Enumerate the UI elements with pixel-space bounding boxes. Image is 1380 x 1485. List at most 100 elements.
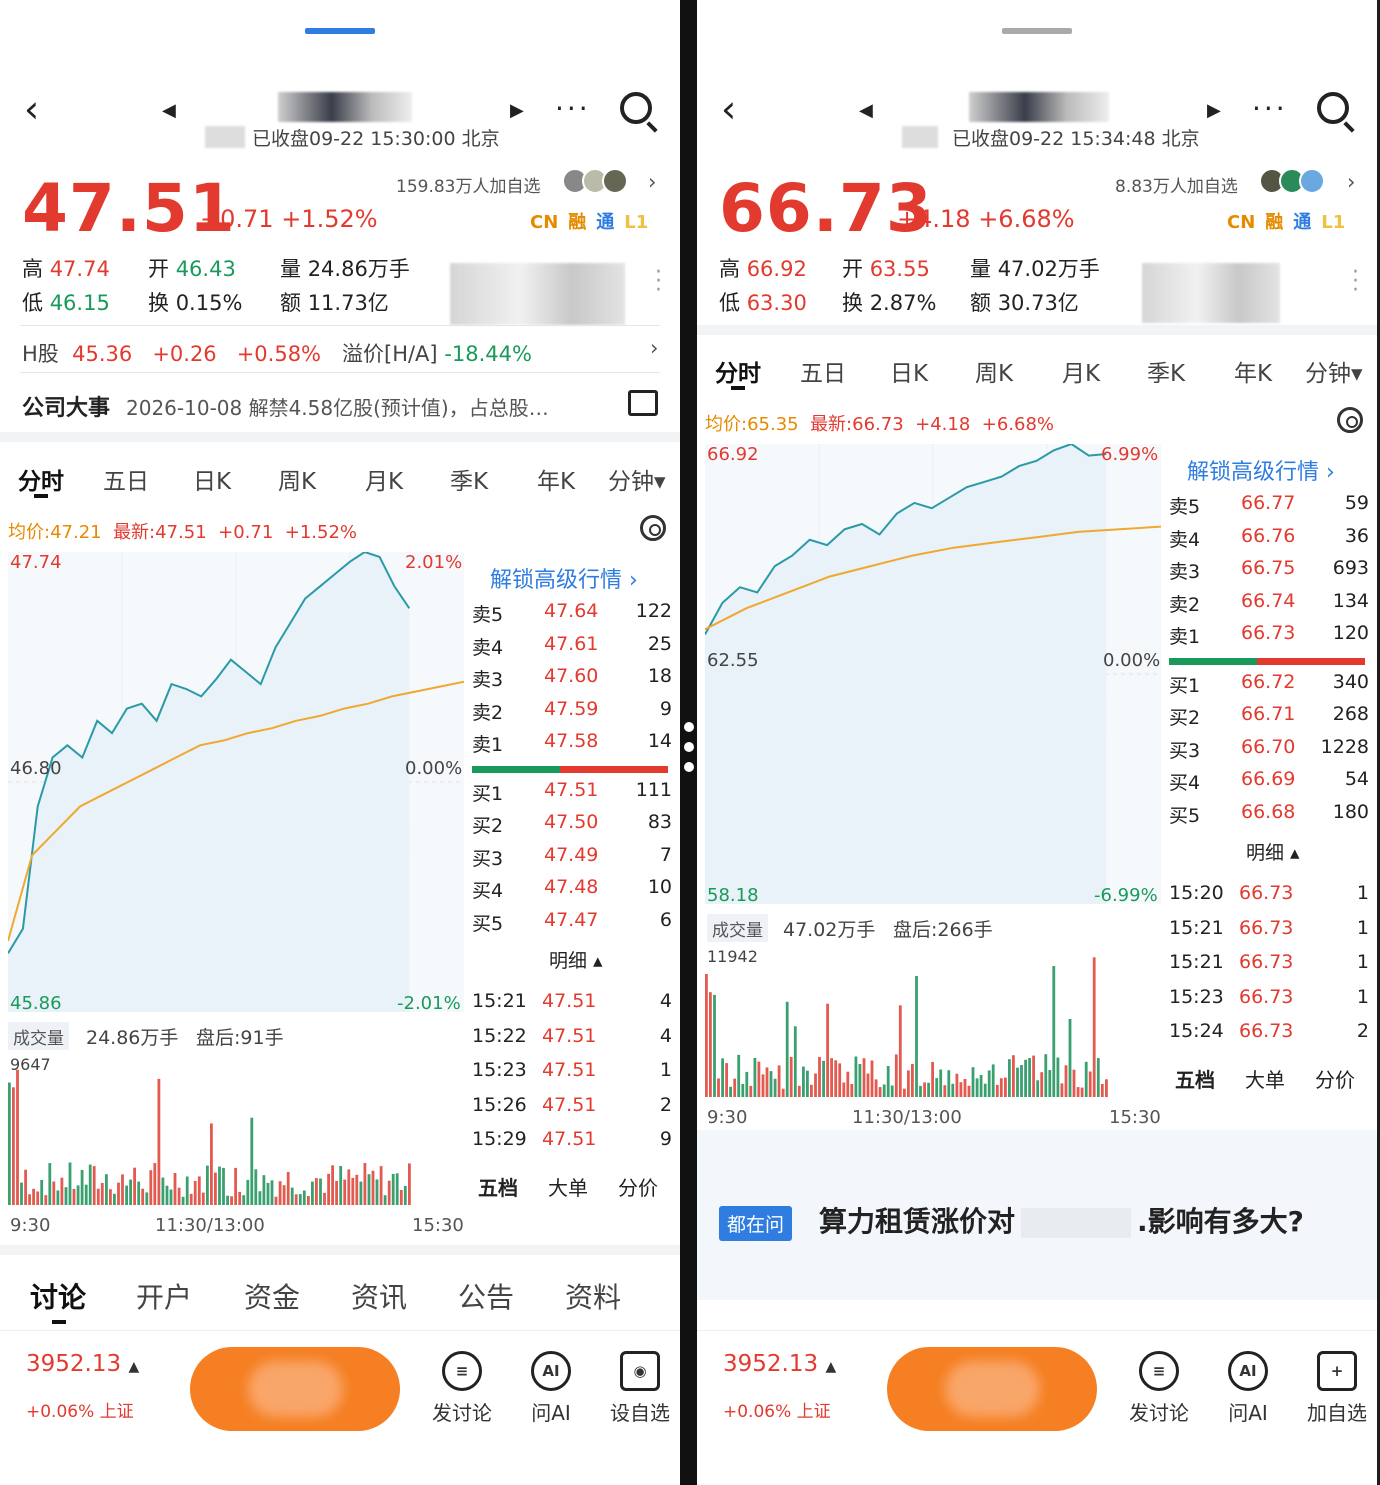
volume-bar: [339, 1166, 343, 1205]
redacted-stock-name: [969, 92, 1109, 122]
bid-row: 买5 47.47 6: [472, 909, 672, 939]
time-start: 9:30: [707, 1107, 748, 1128]
back-icon[interactable]: ‹: [721, 90, 736, 128]
chevron-right-icon[interactable]: ›: [650, 336, 658, 360]
intraday-chart[interactable]: [7, 550, 465, 1012]
level-volume: 10: [647, 876, 672, 898]
volume-bar: [250, 1117, 254, 1205]
volume-bar: [737, 1054, 741, 1097]
follower-avatars[interactable]: [1259, 168, 1325, 196]
tab-monthly[interactable]: 月K: [1062, 354, 1100, 388]
tab-big-orders[interactable]: 大单: [1245, 1064, 1285, 1093]
calendar-icon[interactable]: [628, 390, 658, 416]
search-icon[interactable]: [620, 92, 652, 124]
volume-bar: [266, 1182, 270, 1205]
tick-row: 15:23 47.51 1: [472, 1059, 672, 1089]
volume-bar: [911, 1063, 914, 1097]
volume-bar: [117, 1182, 120, 1205]
unlock-advanced-link[interactable]: 解锁高级行情 ›: [490, 562, 638, 594]
tick-time: 15:26: [472, 1093, 527, 1116]
tab-discuss[interactable]: 讨论: [30, 1276, 86, 1316]
add-watchlist-button[interactable]: ◉ 设自选: [600, 1351, 680, 1426]
volume-bar: [959, 1082, 963, 1097]
chevron-right-icon[interactable]: ›: [648, 170, 656, 194]
tab-big-orders[interactable]: 大单: [548, 1172, 588, 1201]
tick-row: 15:21 47.51 4: [472, 990, 672, 1020]
detail-toggle[interactable]: 明细 ▴: [549, 946, 603, 973]
followers-count[interactable]: 159.83万人加自选: [396, 172, 540, 197]
more-vertical-icon[interactable]: · · ·: [1352, 262, 1359, 302]
tab-price-dist[interactable]: 分价: [618, 1172, 658, 1201]
tab-intraday[interactable]: 分时: [18, 462, 64, 496]
volume-bar: [1032, 1055, 1035, 1097]
volume-bar: [1060, 1083, 1064, 1097]
tab-five-levels[interactable]: 五档: [478, 1172, 518, 1201]
volume-bar: [80, 1170, 84, 1205]
tab-minute[interactable]: 分钟▾: [608, 462, 666, 496]
trade-button[interactable]: [887, 1347, 1097, 1431]
tab-funds[interactable]: 资金: [244, 1276, 300, 1316]
more-icon[interactable]: ···: [555, 92, 591, 125]
tick-volume: 9: [659, 1128, 672, 1150]
volume-bar: [1044, 1054, 1048, 1097]
settings-icon[interactable]: [640, 515, 666, 541]
tab-quarterly[interactable]: 季K: [1147, 354, 1185, 388]
ask-ai-button[interactable]: AI 问AI: [511, 1351, 591, 1426]
more-vertical-icon[interactable]: · · ·: [655, 262, 662, 302]
tab-five-levels[interactable]: 五档: [1175, 1064, 1215, 1093]
next-stock-icon[interactable]: ▶: [1207, 100, 1221, 121]
follower-avatars[interactable]: [562, 168, 628, 196]
volume-bar: [858, 1064, 862, 1097]
tab-monthly[interactable]: 月K: [365, 462, 403, 496]
volume-bar: [818, 1057, 821, 1097]
level-volume: 1228: [1320, 735, 1369, 758]
axis-bottom: 58.18: [707, 885, 759, 906]
tick-row: 15:23 66.73 1: [1169, 986, 1369, 1016]
tab-intraday[interactable]: 分时: [715, 354, 761, 388]
back-icon[interactable]: ‹: [24, 90, 39, 128]
discuss-button[interactable]: ≡ 发讨论: [422, 1351, 502, 1426]
next-stock-icon[interactable]: ▶: [510, 100, 524, 121]
level-label: 买3: [472, 847, 504, 870]
chevron-right-icon[interactable]: ›: [1347, 170, 1355, 194]
tab-quarterly[interactable]: 季K: [450, 462, 488, 496]
tab-weekly[interactable]: 周K: [975, 354, 1013, 388]
settings-icon[interactable]: [1337, 407, 1363, 433]
tab-5day[interactable]: 五日: [103, 462, 149, 496]
ask-ai-button[interactable]: AI 问AI: [1208, 1351, 1288, 1426]
volume-bar: [810, 1084, 813, 1097]
tab-minute[interactable]: 分钟▾: [1305, 354, 1363, 388]
add-icon: +: [1317, 1351, 1357, 1391]
level-volume: 36: [1344, 524, 1369, 547]
trade-button[interactable]: [190, 1347, 400, 1431]
tab-yearly[interactable]: 年K: [1234, 354, 1272, 388]
level-volume: 180: [1332, 800, 1369, 823]
tab-5day[interactable]: 五日: [800, 354, 846, 388]
detail-toggle[interactable]: 明细 ▴: [1246, 838, 1300, 865]
tick-list: 15:21 47.51 4 15:22 47.51 4 15:23 47.51 1 15:26 47…: [472, 990, 672, 1170]
volume-bar: [165, 1185, 169, 1205]
tab-price-dist[interactable]: 分价: [1315, 1064, 1355, 1093]
tab-news[interactable]: 资讯: [351, 1276, 407, 1316]
tab-daily[interactable]: 日K: [193, 462, 231, 496]
level-price: 66.73: [1241, 622, 1296, 644]
tick-row: 15:24 66.73 2: [1169, 1020, 1369, 1050]
tab-account[interactable]: 开户: [136, 1276, 192, 1316]
h-share-row[interactable]: H股 45.36 +0.26 +0.58%: [22, 338, 321, 368]
tab-announcements[interactable]: 公告: [458, 1276, 514, 1316]
tab-daily[interactable]: 日K: [890, 354, 928, 388]
tab-profile[interactable]: 资料: [565, 1276, 621, 1316]
question-card[interactable]: 都在问 算力租赁涨价对 .影响有多大?: [697, 1130, 1377, 1300]
tab-weekly[interactable]: 周K: [278, 462, 316, 496]
prev-stock-icon[interactable]: ◀: [162, 100, 176, 121]
add-watchlist-button[interactable]: + 加自选: [1297, 1351, 1377, 1426]
more-icon[interactable]: ···: [1252, 92, 1288, 125]
intraday-chart[interactable]: [704, 442, 1162, 904]
unlock-advanced-link[interactable]: 解锁高级行情 ›: [1187, 454, 1335, 486]
prev-stock-icon[interactable]: ◀: [859, 100, 873, 121]
search-icon[interactable]: [1317, 92, 1349, 124]
discuss-button[interactable]: ≡ 发讨论: [1119, 1351, 1199, 1426]
tab-yearly[interactable]: 年K: [537, 462, 575, 496]
followers-count[interactable]: 8.83万人加自选: [1115, 172, 1238, 197]
level-volume: 134: [1332, 589, 1369, 612]
